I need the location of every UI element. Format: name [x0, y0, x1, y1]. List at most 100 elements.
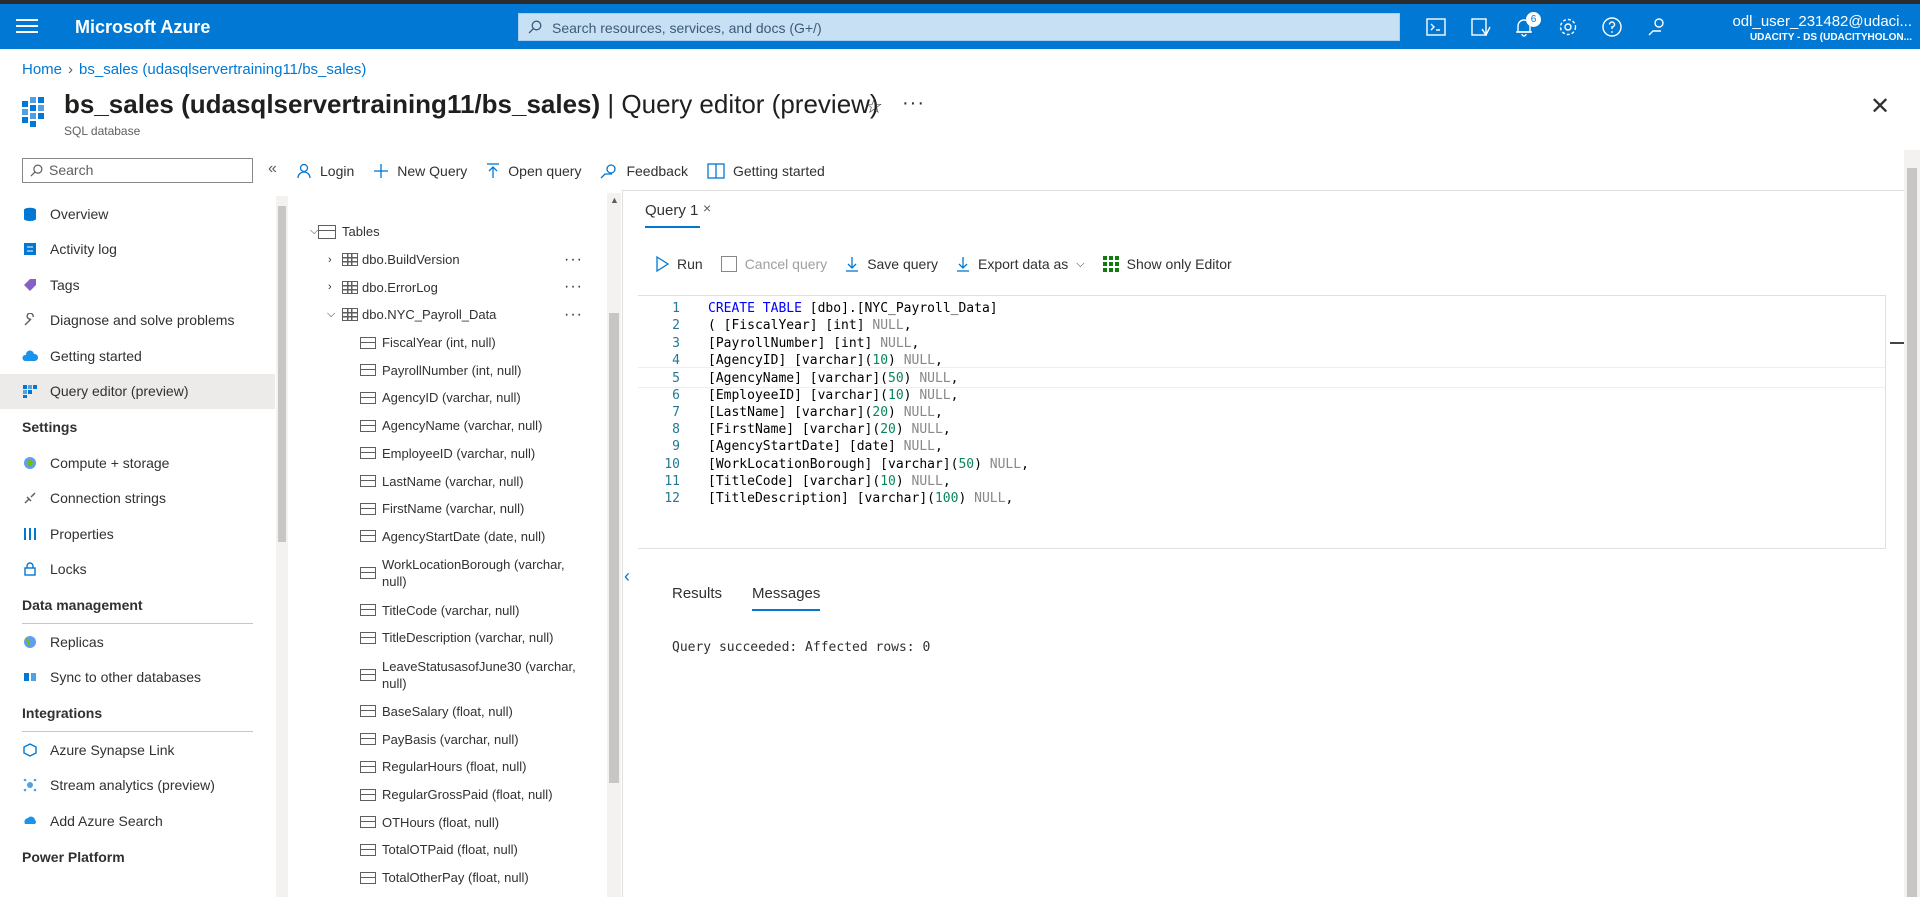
- more-options-icon[interactable]: ···: [902, 92, 925, 115]
- azure-brand[interactable]: Microsoft Azure: [75, 17, 210, 38]
- tree-node-column[interactable]: LastName (varchar, null): [300, 467, 605, 495]
- tree-node-tables[interactable]: ⌵ Tables: [300, 218, 605, 246]
- sidebar-item-label: Compute + storage: [50, 454, 170, 471]
- favorite-star-icon[interactable]: ☆: [865, 94, 883, 119]
- collapse-sidebar-icon[interactable]: «: [268, 160, 277, 178]
- account-menu[interactable]: odl_user_231482@udaci... UDACITY - DS (U…: [1700, 13, 1912, 43]
- sidebar-item-replicas[interactable]: Replicas: [0, 624, 275, 660]
- sidebar-item-synapse-link[interactable]: Azure Synapse Link: [0, 732, 275, 768]
- sidebar-item-connection-strings[interactable]: Connection strings: [0, 481, 275, 517]
- tree-node-column[interactable]: OTHours (float, null): [300, 808, 605, 836]
- more-options-icon[interactable]: ···: [564, 306, 583, 324]
- tree-node-column[interactable]: BaseSalary (float, null): [300, 698, 605, 726]
- tree-node-column[interactable]: AgencyName (varchar, null): [300, 412, 605, 440]
- help-icon[interactable]: [1600, 15, 1624, 39]
- new-query-button[interactable]: New Query: [373, 163, 467, 179]
- compute-icon: [22, 455, 38, 471]
- sidebar-item-properties[interactable]: Properties: [0, 516, 275, 552]
- sidebar-item-diagnose[interactable]: Diagnose and solve problems: [0, 303, 275, 339]
- editor-minimap[interactable]: [1885, 295, 1904, 549]
- chevron-right-icon[interactable]: ›: [328, 281, 332, 293]
- tree-node-label: dbo.NYC_Payroll_Data: [362, 307, 497, 323]
- tree-scrollbar[interactable]: ▲: [607, 193, 621, 897]
- tree-node-column[interactable]: RegularGrossPaid (float, null): [300, 781, 605, 809]
- sidebar-item-locks[interactable]: Locks: [0, 552, 275, 588]
- tree-node-table[interactable]: › dbo.BuildVersion ···: [300, 246, 605, 274]
- tree-node-column[interactable]: PayrollNumber (int, null): [300, 356, 605, 384]
- tree-node-table[interactable]: ⌵ dbo.NYC_Payroll_Data ···: [300, 301, 605, 329]
- tree-scrollbar-thumb[interactable]: [609, 313, 619, 783]
- sidebar-item-add-azure-search[interactable]: Add Azure Search: [0, 803, 275, 839]
- main-scrollbar[interactable]: [1904, 150, 1920, 897]
- synapse-icon: [22, 742, 38, 758]
- sidebar-item-query-editor[interactable]: Query editor (preview): [0, 373, 275, 409]
- tree-node-column[interactable]: FiscalYear (int, null): [300, 329, 605, 357]
- tree-node-column[interactable]: AgencyStartDate (date, null): [300, 523, 605, 551]
- scroll-up-arrow-icon[interactable]: ▲: [610, 195, 619, 205]
- show-only-editor-button[interactable]: Show only Editor: [1102, 256, 1232, 272]
- tab-results[interactable]: Results: [672, 585, 722, 602]
- close-blade-icon[interactable]: ✕: [1870, 92, 1890, 121]
- tree-node-column[interactable]: TitleCode (varchar, null): [300, 596, 605, 624]
- close-tab-icon[interactable]: ×: [703, 200, 711, 216]
- sql-code-editor[interactable]: 1 CREATE TABLE [dbo].[NYC_Payroll_Data] 2(…: [638, 295, 1885, 549]
- tree-node-column[interactable]: PayBasis (varchar, null): [300, 725, 605, 753]
- open-query-label: Open query: [508, 163, 582, 179]
- sidebar-search-input[interactable]: Search: [22, 158, 253, 183]
- sidebar-item-label: Locks: [50, 561, 87, 578]
- tree-node-column[interactable]: EmployeeID (varchar, null): [300, 440, 605, 468]
- tree-node-column[interactable]: WorkLocationBorough (varchar, null): [300, 550, 605, 596]
- sidebar-item-label: Connection strings: [50, 490, 166, 507]
- chevron-right-icon[interactable]: ›: [328, 254, 332, 266]
- more-options-icon[interactable]: ···: [564, 278, 583, 296]
- pane-divider[interactable]: [622, 190, 623, 897]
- sidebar-item-sync[interactable]: Sync to other databases: [0, 660, 275, 696]
- chevron-down-icon[interactable]: ⌵: [327, 308, 335, 321]
- export-data-button[interactable]: Export data as ⌵: [956, 256, 1085, 272]
- column-icon: [360, 567, 376, 580]
- cloud-shell-icon[interactable]: [1424, 15, 1448, 39]
- cancel-query-button[interactable]: Cancel query: [720, 256, 827, 272]
- tree-node-column[interactable]: TitleDescription (varchar, null): [300, 624, 605, 652]
- feedback-button[interactable]: Feedback: [600, 163, 688, 179]
- sidebar-item-stream-analytics[interactable]: Stream analytics (preview): [0, 768, 275, 804]
- sidebar-scrollbar[interactable]: [276, 196, 288, 897]
- hamburger-menu-icon[interactable]: [16, 16, 38, 36]
- save-query-button[interactable]: Save query: [845, 256, 938, 272]
- tree-node-column[interactable]: AgencyID (varchar, null): [300, 384, 605, 412]
- tree-node-column[interactable]: RegularHours (float, null): [300, 753, 605, 781]
- tab-query-1[interactable]: Query 1: [645, 202, 698, 219]
- login-button[interactable]: Login: [296, 163, 354, 179]
- settings-gear-icon[interactable]: [1556, 15, 1580, 39]
- tree-node-label: RegularGrossPaid (float, null): [382, 787, 553, 803]
- more-options-icon[interactable]: ···: [564, 251, 583, 269]
- sidebar-item-compute-storage[interactable]: Compute + storage: [0, 445, 275, 481]
- page-subtitle: SQL database: [64, 124, 141, 138]
- tree-node-column[interactable]: TotalOtherPay (float, null): [300, 864, 605, 892]
- directory-filter-icon[interactable]: [1468, 15, 1492, 39]
- run-button[interactable]: Run: [655, 256, 703, 272]
- sidebar-item-overview[interactable]: Overview: [0, 196, 275, 232]
- open-query-button[interactable]: Open query: [486, 163, 581, 179]
- login-label: Login: [320, 163, 355, 179]
- sidebar-item-getting-started[interactable]: Getting started: [0, 338, 275, 374]
- sidebar-scrollbar-thumb[interactable]: [278, 206, 286, 542]
- run-label: Run: [677, 256, 703, 272]
- sidebar-item-activity-log[interactable]: Activity log: [0, 232, 275, 268]
- tree-node-column[interactable]: FirstName (varchar, null): [300, 495, 605, 523]
- feedback-icon[interactable]: [1645, 15, 1669, 39]
- sidebar-heading-data-management: Data management: [22, 597, 143, 613]
- main-scrollbar-thumb[interactable]: [1907, 168, 1917, 897]
- code-line[interactable]: 12 [TitleDescription] [varchar](100) NULL…: [638, 488, 1885, 509]
- tree-node-column[interactable]: LeaveStatusasofJune30 (varchar, null): [300, 652, 605, 698]
- collapse-explorer-chevron-icon[interactable]: ‹: [624, 566, 630, 587]
- global-search-input[interactable]: Search resources, services, and docs (G+…: [518, 13, 1400, 41]
- tree-node-table[interactable]: › dbo.ErrorLog ···: [300, 273, 605, 301]
- getting-started-button[interactable]: Getting started: [707, 163, 825, 179]
- tab-messages[interactable]: Messages: [752, 585, 821, 611]
- breadcrumb-current[interactable]: bs_sales (udasqlservertraining11/bs_sale…: [79, 61, 366, 78]
- sidebar-item-tags[interactable]: Tags: [0, 267, 275, 303]
- breadcrumb-home[interactable]: Home: [22, 61, 62, 78]
- line-number: 12: [664, 491, 680, 507]
- tree-node-column[interactable]: TotalOTPaid (float, null): [300, 836, 605, 864]
